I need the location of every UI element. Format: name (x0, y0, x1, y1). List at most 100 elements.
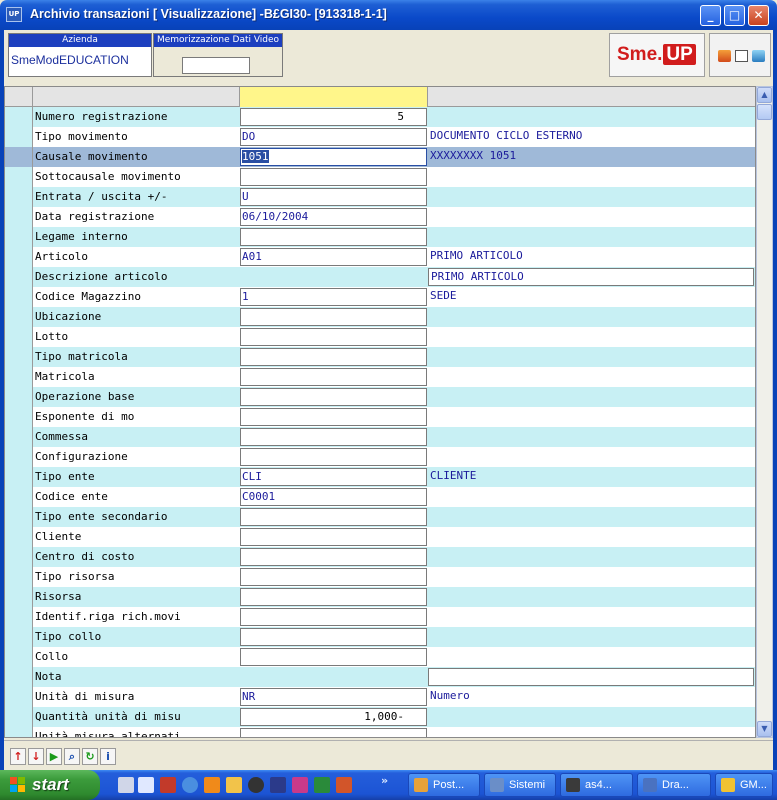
vertical-scrollbar[interactable]: ▲ ▼ (756, 86, 773, 738)
taskbar-item[interactable]: Dra... (637, 773, 711, 797)
table-row[interactable]: Sottocausale movimento (5, 167, 755, 187)
table-row[interactable]: Configurazione (5, 447, 755, 467)
row-selector[interactable] (5, 307, 33, 327)
field-description[interactable]: PRIMO ARTICOLO (428, 268, 754, 286)
field-value[interactable] (240, 588, 427, 606)
row-selector[interactable] (5, 147, 33, 167)
nav-up-button[interactable]: ↑ (10, 748, 26, 765)
nav-info-button[interactable]: i (100, 748, 116, 765)
field-value[interactable] (240, 308, 427, 326)
field-value[interactable] (240, 348, 427, 366)
field-value[interactable] (240, 168, 427, 186)
table-row[interactable]: Causale movimento 1051 XXXXXXXX 1051 (5, 147, 755, 167)
close-button[interactable]: ✕ (748, 5, 769, 26)
field-description[interactable] (428, 668, 754, 686)
row-selector[interactable] (5, 407, 33, 427)
taskbar-item[interactable]: Sistemi (484, 773, 556, 797)
table-row[interactable]: Unità misura alternati (5, 727, 755, 737)
table-row[interactable]: Operazione base (5, 387, 755, 407)
table-row[interactable]: Collo (5, 647, 755, 667)
grid-header-value-col[interactable] (240, 87, 428, 107)
row-selector[interactable] (5, 687, 33, 707)
row-selector[interactable] (5, 167, 33, 187)
row-selector[interactable] (5, 487, 33, 507)
table-row[interactable]: Nota (5, 667, 755, 687)
row-selector[interactable] (5, 187, 33, 207)
row-selector[interactable] (5, 327, 33, 347)
field-value[interactable] (240, 428, 427, 446)
row-selector[interactable] (5, 107, 33, 127)
table-row[interactable]: Tipo collo (5, 627, 755, 647)
table-row[interactable]: Risorsa (5, 587, 755, 607)
table-row[interactable]: Numero registrazione 5 (5, 107, 755, 127)
maximize-button[interactable]: □ (724, 5, 745, 26)
quicklaunch-excel-icon[interactable] (314, 777, 330, 793)
quicklaunch-ie-icon[interactable] (182, 777, 198, 793)
scroll-thumb[interactable] (757, 104, 772, 120)
quicklaunch-clock-icon[interactable] (248, 777, 264, 793)
quicklaunch-overflow-icon[interactable]: » (381, 774, 388, 787)
quicklaunch-folder-icon[interactable] (226, 777, 242, 793)
quicklaunch-paint-icon[interactable] (292, 777, 308, 793)
row-selector[interactable] (5, 667, 33, 687)
field-value[interactable]: NR (240, 688, 427, 706)
table-row[interactable]: Identif.riga rich.movi (5, 607, 755, 627)
table-row[interactable]: Centro di costo (5, 547, 755, 567)
table-row[interactable]: Articolo A01 PRIMO ARTICOLO (5, 247, 755, 267)
quicklaunch-outlook-icon[interactable] (204, 777, 220, 793)
grid-header-desc-col[interactable] (428, 87, 755, 107)
row-selector[interactable] (5, 547, 33, 567)
row-selector[interactable] (5, 647, 33, 667)
table-row[interactable]: Codice ente C0001 (5, 487, 755, 507)
field-value[interactable] (240, 568, 427, 586)
quicklaunch-desktop-icon[interactable] (118, 777, 134, 793)
taskbar-item[interactable]: Post... (408, 773, 480, 797)
table-row[interactable]: Entrata / uscita +/- U (5, 187, 755, 207)
table-row[interactable]: Esponente di mo (5, 407, 755, 427)
minimize-button[interactable]: _ (700, 5, 721, 26)
row-selector[interactable] (5, 507, 33, 527)
field-value[interactable] (240, 228, 427, 246)
row-selector[interactable] (5, 627, 33, 647)
box-icon[interactable] (752, 50, 765, 62)
field-value[interactable]: 1 (240, 288, 427, 306)
row-selector[interactable] (5, 267, 33, 287)
field-value[interactable] (240, 608, 427, 626)
row-selector[interactable] (5, 567, 33, 587)
row-selector[interactable] (5, 527, 33, 547)
field-value[interactable] (240, 328, 427, 346)
field-value[interactable] (240, 528, 427, 546)
field-value[interactable]: 1,000- (240, 708, 427, 726)
nav-play-button[interactable]: ▶ (46, 748, 62, 765)
table-row[interactable]: Tipo ente secondario (5, 507, 755, 527)
field-value[interactable]: 1051 (240, 148, 427, 166)
notes-icon[interactable] (735, 50, 748, 62)
table-row[interactable]: Unità di misura NR Numero (5, 687, 755, 707)
nav-search-button[interactable]: ⌕ (64, 748, 80, 765)
table-row[interactable]: Ubicazione (5, 307, 755, 327)
monitor-icon[interactable] (718, 50, 731, 62)
memorizzazione-input[interactable] (182, 57, 250, 74)
table-row[interactable]: Descrizione articolo PRIMO ARTICOLO (5, 267, 755, 287)
row-selector[interactable] (5, 287, 33, 307)
field-value[interactable] (240, 508, 427, 526)
quicklaunch-doc-icon[interactable] (138, 777, 154, 793)
row-selector[interactable] (5, 427, 33, 447)
field-value[interactable]: 06/10/2004 (240, 208, 427, 226)
field-value[interactable] (240, 548, 427, 566)
field-value[interactable]: C0001 (240, 488, 427, 506)
table-row[interactable]: Codice Magazzino 1 SEDE (5, 287, 755, 307)
scroll-up-button[interactable]: ▲ (757, 87, 772, 103)
field-value[interactable]: A01 (240, 248, 427, 266)
table-row[interactable]: Tipo matricola (5, 347, 755, 367)
field-value[interactable]: U (240, 188, 427, 206)
field-value[interactable] (240, 728, 427, 737)
table-row[interactable]: Tipo movimento DO DOCUMENTO CICLO ESTERNO (5, 127, 755, 147)
field-value[interactable] (240, 628, 427, 646)
field-value[interactable] (240, 448, 427, 466)
row-selector[interactable] (5, 387, 33, 407)
table-row[interactable]: Lotto (5, 327, 755, 347)
taskbar-item[interactable]: as4... (560, 773, 633, 797)
row-selector[interactable] (5, 707, 33, 727)
field-value[interactable]: 5 (240, 108, 427, 126)
